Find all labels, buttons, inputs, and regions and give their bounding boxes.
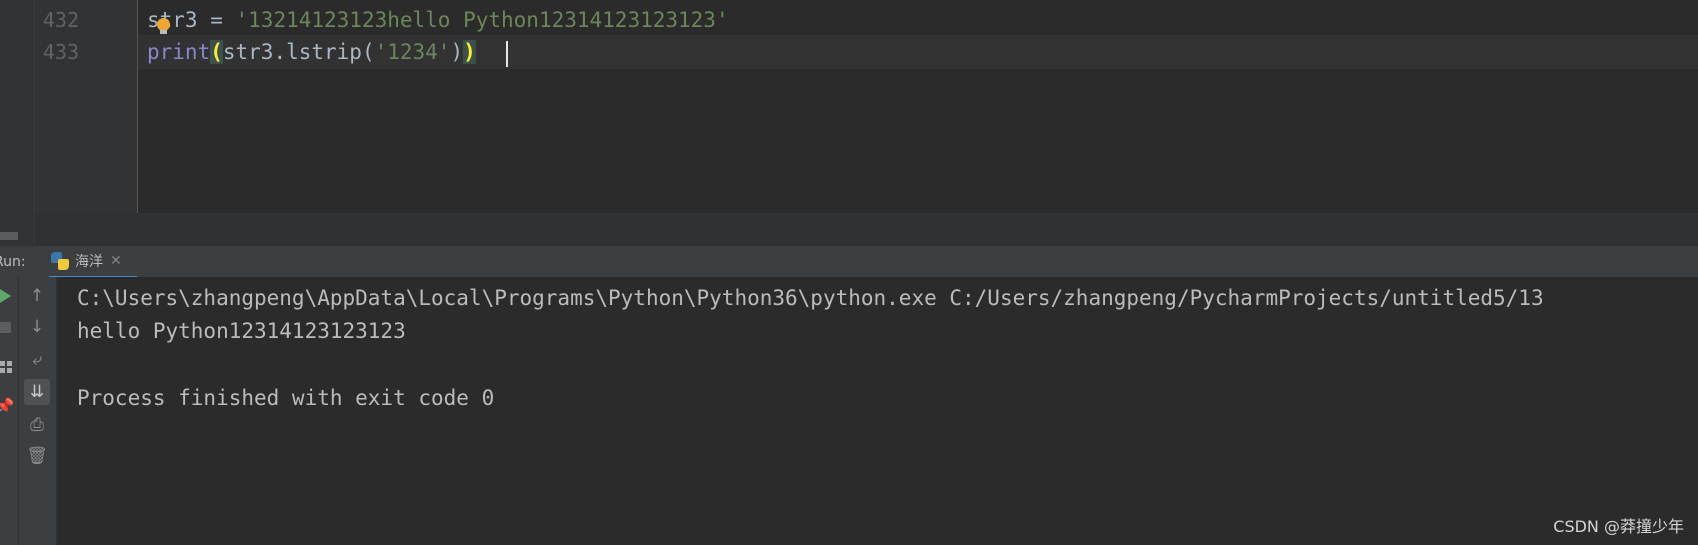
code-text-area[interactable]: str3 = '13214123123hello Python123141231… <box>138 0 1698 213</box>
code-token-paren-close: ) <box>463 40 476 64</box>
editor-left-strip <box>0 0 35 245</box>
lightbulb-icon-base <box>160 30 167 34</box>
close-icon[interactable]: ✕ <box>110 253 122 269</box>
console-line-command: C:\Users\zhangpeng\AppData\Local\Program… <box>77 286 1544 310</box>
console-line-output: hello Python12314123123123 <box>77 319 406 343</box>
code-token-paren-open: ( <box>210 40 223 64</box>
code-token-paren-inner-close: ) <box>450 40 464 64</box>
run-primary-toolbar: 📌 <box>0 277 19 545</box>
line-number: 432 <box>42 8 79 32</box>
pycharm-window: 432 433 str3 = '13214123123hello Python1… <box>0 0 1698 545</box>
scroll-to-end-icon[interactable]: ⇊ <box>24 379 50 405</box>
arrow-up-icon[interactable]: ↑ <box>24 283 50 309</box>
code-token-string: '13214123123hello Python12314123123123' <box>235 8 729 32</box>
run-tool-tab-bar: Run: 海洋 ✕ <box>0 245 1698 279</box>
csdn-watermark: CSDN @莽撞少年 <box>1553 517 1684 536</box>
arrow-down-icon[interactable]: ↓ <box>24 314 50 340</box>
run-tool-window: 📌 ↑ ↓ ⤶ ⇊ ⎙ 🗑 C:\Users\zhangpeng\AppData… <box>0 277 1698 545</box>
scrollbar-thumb[interactable] <box>0 232 18 240</box>
line-number-gutter: 432 433 <box>35 0 138 213</box>
line-number: 433 <box>42 40 79 64</box>
run-secondary-toolbar: ↑ ↓ ⤶ ⇊ ⎙ 🗑 <box>19 277 57 545</box>
python-icon <box>51 252 69 270</box>
pin-icon[interactable]: 📌 <box>0 393 18 419</box>
code-line-432[interactable]: str3 = '13214123123hello Python123141231… <box>138 3 1698 37</box>
run-tab-title: 海洋 <box>75 254 103 270</box>
trash-icon[interactable]: 🗑 <box>24 443 50 469</box>
soft-wrap-icon[interactable]: ⤶ <box>24 347 50 373</box>
run-tab-active[interactable]: 海洋 ✕ <box>49 246 137 279</box>
text-caret <box>506 41 508 67</box>
editor-bottom-area <box>35 213 1698 245</box>
run-label: Run: <box>0 254 26 270</box>
code-editor[interactable]: 432 433 str3 = '13214123123hello Python1… <box>0 0 1698 245</box>
console-output[interactable]: C:\Users\zhangpeng\AppData\Local\Program… <box>77 277 1698 545</box>
code-line-433-current[interactable]: print(str3.lstrip('1234')) <box>138 35 1698 69</box>
code-token-builtin-print: print <box>147 40 211 64</box>
print-icon[interactable]: ⎙ <box>24 412 50 438</box>
code-token-string-arg: '1234' <box>374 40 451 64</box>
play-icon[interactable] <box>0 283 18 309</box>
code-token-method-call: str3.lstrip( <box>222 40 375 64</box>
stop-icon[interactable] <box>0 314 18 340</box>
layout-icon[interactable] <box>0 354 19 380</box>
console-line-exit: Process finished with exit code 0 <box>77 386 495 410</box>
